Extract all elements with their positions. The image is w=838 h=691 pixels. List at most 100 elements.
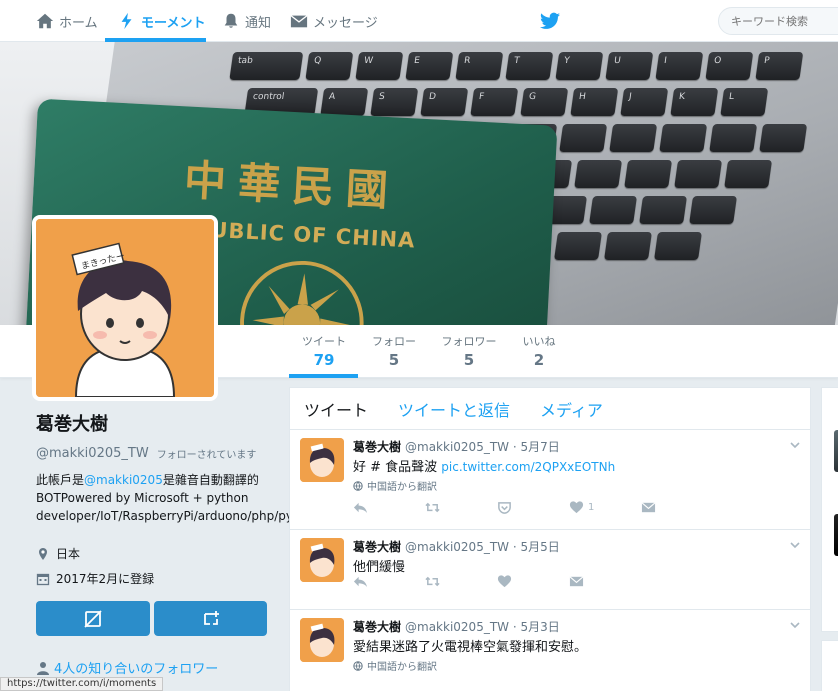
retweet-button[interactable] xyxy=(425,500,497,515)
keyboard-key: R xyxy=(455,52,504,80)
handle-row: @makki0205_TW フォローされています xyxy=(36,446,276,461)
keyboard-key: I xyxy=(655,52,704,80)
tweet-avatar[interactable] xyxy=(300,438,344,482)
right-sidebar-card xyxy=(821,640,838,691)
timeline-tabs: ツイート ツイートと返信 メディア xyxy=(290,388,810,430)
keyboard-key: P xyxy=(755,52,804,80)
display-name[interactable]: 葛巻大樹 xyxy=(36,410,276,436)
retweet-toggle-button[interactable] xyxy=(154,601,267,636)
tweet-timeline: ツイート ツイートと返信 メディア 葛巻大樹 @makki0205_TW · 5月… xyxy=(289,387,811,691)
retweet-icon xyxy=(425,502,440,513)
nav-home[interactable]: ホーム xyxy=(36,0,98,42)
chevron-down-icon[interactable] xyxy=(788,438,802,452)
profile-card: 葛巻大樹 @makki0205_TW フォローされています 此帳戶是@makki… xyxy=(36,410,354,525)
top-navigation: ホーム モーメント 通知 メッセージ xyxy=(0,0,838,42)
active-stat-indicator xyxy=(289,374,358,378)
stat-value: 79 xyxy=(313,351,335,369)
translate-link[interactable]: 中国語から翻訳 xyxy=(353,658,437,673)
like-button[interactable] xyxy=(497,574,569,589)
tweet-item[interactable]: 葛巻大樹 @makki0205_TW · 5月5日 他們緩慢 xyxy=(290,530,810,610)
reply-button[interactable] xyxy=(353,500,425,515)
tweet-author-name[interactable]: 葛巻大樹 xyxy=(353,540,401,554)
location-pin-icon xyxy=(39,547,47,560)
profile-handle[interactable]: @makki0205_TW xyxy=(36,446,149,461)
stat-label: いいね xyxy=(522,335,556,348)
keyboard-key: T xyxy=(505,52,554,80)
tweet-text: 他們緩慢 xyxy=(353,560,406,575)
tab-tweets-and-replies[interactable]: ツイートと返信 xyxy=(398,397,510,421)
unfollow-button[interactable] xyxy=(36,601,150,636)
stat-value: 5 xyxy=(388,351,400,369)
right-sidebar-card xyxy=(821,387,838,632)
twitter-bird-icon[interactable] xyxy=(540,12,560,30)
nav-home-label: ホーム xyxy=(59,15,98,31)
like-count: 1 xyxy=(588,502,595,513)
save-button[interactable] xyxy=(497,500,569,515)
chevron-down-icon[interactable] xyxy=(788,618,802,632)
keyboard-key: Q xyxy=(305,52,354,80)
tweet-actions xyxy=(353,574,641,589)
reply-icon xyxy=(353,502,368,514)
tweet-meta[interactable]: @makki0205_TW · 5月7日 xyxy=(405,440,560,454)
chevron-down-icon[interactable] xyxy=(788,538,802,552)
retweet-button[interactable] xyxy=(425,574,497,589)
keyboard-row: tab Q W E R T Y U I O P xyxy=(229,52,838,82)
tab-media[interactable]: メディア xyxy=(540,397,603,421)
avatar[interactable]: まきったー xyxy=(32,215,218,401)
stat-following[interactable]: フォロー 5 xyxy=(368,333,420,369)
direct-message-button[interactable] xyxy=(641,500,713,515)
keyboard-key: H xyxy=(570,88,619,116)
tweet-meta[interactable]: @makki0205_TW · 5月3日 xyxy=(405,620,560,634)
tweet-avatar[interactable] xyxy=(300,538,344,582)
tweet-author-name[interactable]: 葛巻大樹 xyxy=(353,440,401,454)
stat-label: ツイート xyxy=(302,335,346,348)
media-thumbnail[interactable] xyxy=(834,430,838,472)
lightning-icon xyxy=(121,12,132,30)
keyboard-key: G xyxy=(520,88,569,116)
tab-tweets[interactable]: ツイート xyxy=(304,397,368,421)
search-input[interactable] xyxy=(718,7,838,35)
followers-you-know-text: 4人の知り合いのフォロワー xyxy=(54,662,219,677)
retweet-icon xyxy=(425,576,440,587)
media-thumbnail[interactable] xyxy=(834,514,838,556)
tweet-header: 葛巻大樹 @makki0205_TW · 5月7日 xyxy=(353,438,560,455)
avatar-illustration: まきったー xyxy=(36,219,214,397)
keyboard-key: O xyxy=(705,52,754,80)
keyboard-key: K xyxy=(670,88,719,116)
like-button[interactable]: 1 xyxy=(569,500,641,515)
tweet-meta[interactable]: @makki0205_TW · 5月5日 xyxy=(405,540,560,554)
stat-value: 2 xyxy=(533,351,545,369)
keyboard-key: E xyxy=(405,52,454,80)
tweet-avatar[interactable] xyxy=(300,618,344,662)
stat-followers[interactable]: フォロワー 5 xyxy=(438,333,500,369)
keyboard-key: A xyxy=(320,88,369,116)
stat-tweets[interactable]: ツイート 79 xyxy=(300,333,348,369)
bio-mention-link[interactable]: @makki0205 xyxy=(84,473,163,487)
keyboard-key: F xyxy=(470,88,519,116)
keyboard-key: J xyxy=(620,88,669,116)
heart-icon xyxy=(569,501,584,514)
follows-you-badge: フォローされています xyxy=(156,450,257,461)
followers-you-know-link[interactable]: 4人の知り合いのフォロワー xyxy=(36,658,218,677)
direct-message-button[interactable] xyxy=(569,574,641,589)
location-text: 日本 xyxy=(56,547,81,561)
tweet-media-link[interactable]: pic.twitter.com/2QPXxEOTNh xyxy=(441,460,615,474)
translate-text: 中国語から翻訳 xyxy=(367,482,437,493)
nav-notifications[interactable]: 通知 xyxy=(222,0,271,42)
envelope-icon xyxy=(641,502,656,513)
pocket-icon xyxy=(498,502,511,514)
calendar-icon xyxy=(36,573,50,585)
tweet-item[interactable]: 葛巻大樹 @makki0205_TW · 5月7日 好 # 食品聲波 pic.tw… xyxy=(290,430,810,530)
keyboard-key: L xyxy=(720,88,769,116)
stat-likes[interactable]: いいね 2 xyxy=(518,333,560,369)
nav-moments-label: モーメント xyxy=(141,15,206,31)
tweet-item[interactable]: 葛巻大樹 @makki0205_TW · 5月3日 愛結果迷路了火電視棒空氣發揮和… xyxy=(290,610,810,691)
nav-messages[interactable]: メッセージ xyxy=(290,0,378,42)
tweet-author-name[interactable]: 葛巻大樹 xyxy=(353,620,401,634)
reply-button[interactable] xyxy=(353,574,425,589)
nav-moments[interactable]: モーメント xyxy=(118,0,205,42)
keyboard-key: W xyxy=(355,52,404,80)
translate-link[interactable]: 中国語から翻訳 xyxy=(353,478,437,493)
profile-location: 日本 xyxy=(36,545,80,562)
keyboard-key: S xyxy=(370,88,419,116)
